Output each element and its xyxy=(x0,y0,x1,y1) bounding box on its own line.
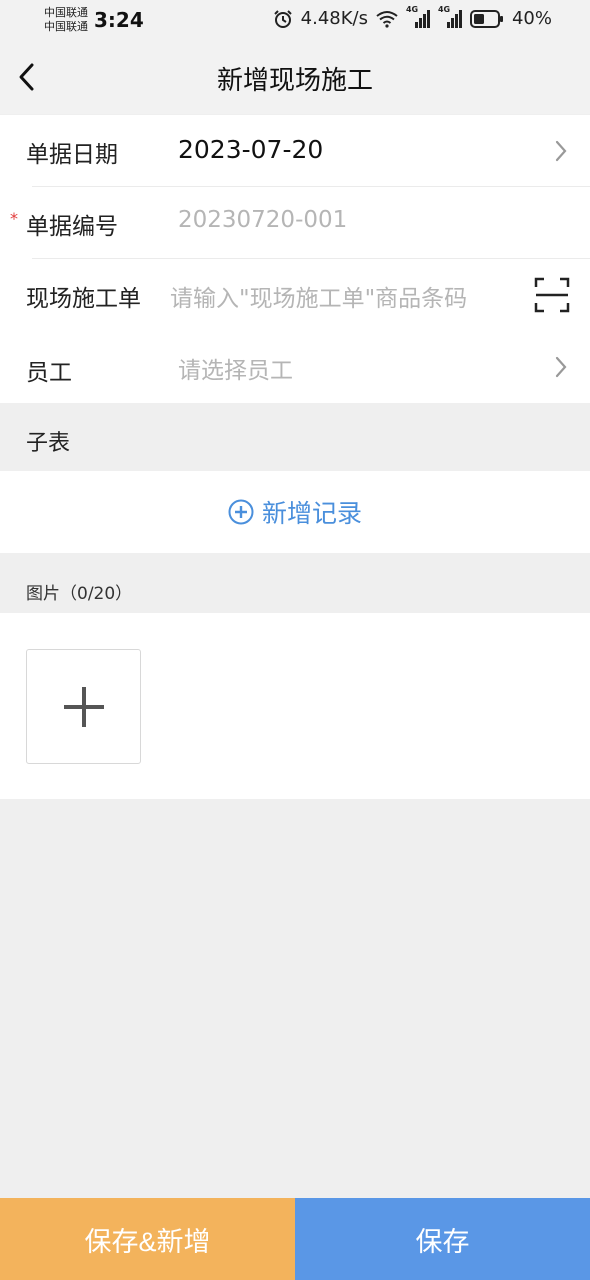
images-title: 图片（0/20） xyxy=(26,584,133,604)
carrier-labels: 中国联通 中国联通 xyxy=(44,6,88,34)
required-mark: * xyxy=(10,209,18,228)
images-area xyxy=(0,613,590,799)
add-record-button[interactable]: 新增记录 xyxy=(0,471,590,553)
save-and-new-button[interactable]: 保存&新增 xyxy=(0,1198,295,1280)
plus-icon xyxy=(63,686,104,727)
page-title: 新增现场施工 xyxy=(216,66,373,96)
images-header: 图片（0/20） xyxy=(0,553,590,613)
chevron-right-icon xyxy=(555,140,567,162)
status-bar: 中国联通 中国联通 3:24 4.48K/s 4G 4G 40% xyxy=(0,0,590,40)
signal-bars-icon xyxy=(446,9,462,28)
save-button[interactable]: 保存 xyxy=(295,1198,590,1280)
site-order-input[interactable]: 请输入"现场施工单"商品条码 xyxy=(170,279,467,313)
wifi-icon xyxy=(376,10,398,28)
doc-date-value[interactable]: 2023-07-20 xyxy=(178,135,323,164)
doc-number-label: 单据编号 xyxy=(26,214,118,240)
status-indicators: 4.48K/s 4G 4G 40% xyxy=(273,5,552,29)
plus-circle-icon xyxy=(228,499,254,525)
carrier-1: 中国联通 xyxy=(44,6,88,19)
scan-icon[interactable] xyxy=(534,277,570,313)
doc-number-row[interactable]: * 单据编号 20230720-001 xyxy=(0,187,590,259)
site-order-label: 现场施工单 xyxy=(26,286,141,312)
signal-2: 4G xyxy=(438,5,462,29)
battery-level: 40% xyxy=(511,8,552,29)
subtable-header: 子表 xyxy=(0,405,590,470)
subtable-title: 子表 xyxy=(26,431,71,456)
employee-label: 员工 xyxy=(26,360,72,386)
status-time: 3:24 xyxy=(94,8,144,32)
doc-date-label: 单据日期 xyxy=(26,142,118,168)
chevron-right-icon xyxy=(555,356,567,378)
doc-number-value[interactable]: 20230720-001 xyxy=(178,207,347,233)
add-image-button[interactable] xyxy=(26,649,141,764)
alarm-icon xyxy=(273,9,292,28)
battery-icon xyxy=(469,9,503,28)
signal-1: 4G xyxy=(406,5,430,29)
carrier-2: 中国联通 xyxy=(44,20,88,33)
net-speed: 4.48K/s xyxy=(300,8,368,29)
signal-bars-icon xyxy=(414,9,430,28)
add-record-label: 新增记录 xyxy=(261,499,362,528)
employee-row[interactable]: 员工 请选择员工 xyxy=(0,331,590,403)
bottom-action-bar: 保存&新增 保存 xyxy=(0,1198,590,1280)
form-section: 单据日期 2023-07-20 * 单据编号 20230720-001 现场施工… xyxy=(0,115,590,403)
employee-select[interactable]: 请选择员工 xyxy=(178,351,293,385)
site-order-row[interactable]: 现场施工单 请输入"现场施工单"商品条码 xyxy=(0,259,590,331)
nav-bar: 新增现场施工 xyxy=(0,40,590,114)
doc-date-row[interactable]: 单据日期 2023-07-20 xyxy=(0,115,590,187)
